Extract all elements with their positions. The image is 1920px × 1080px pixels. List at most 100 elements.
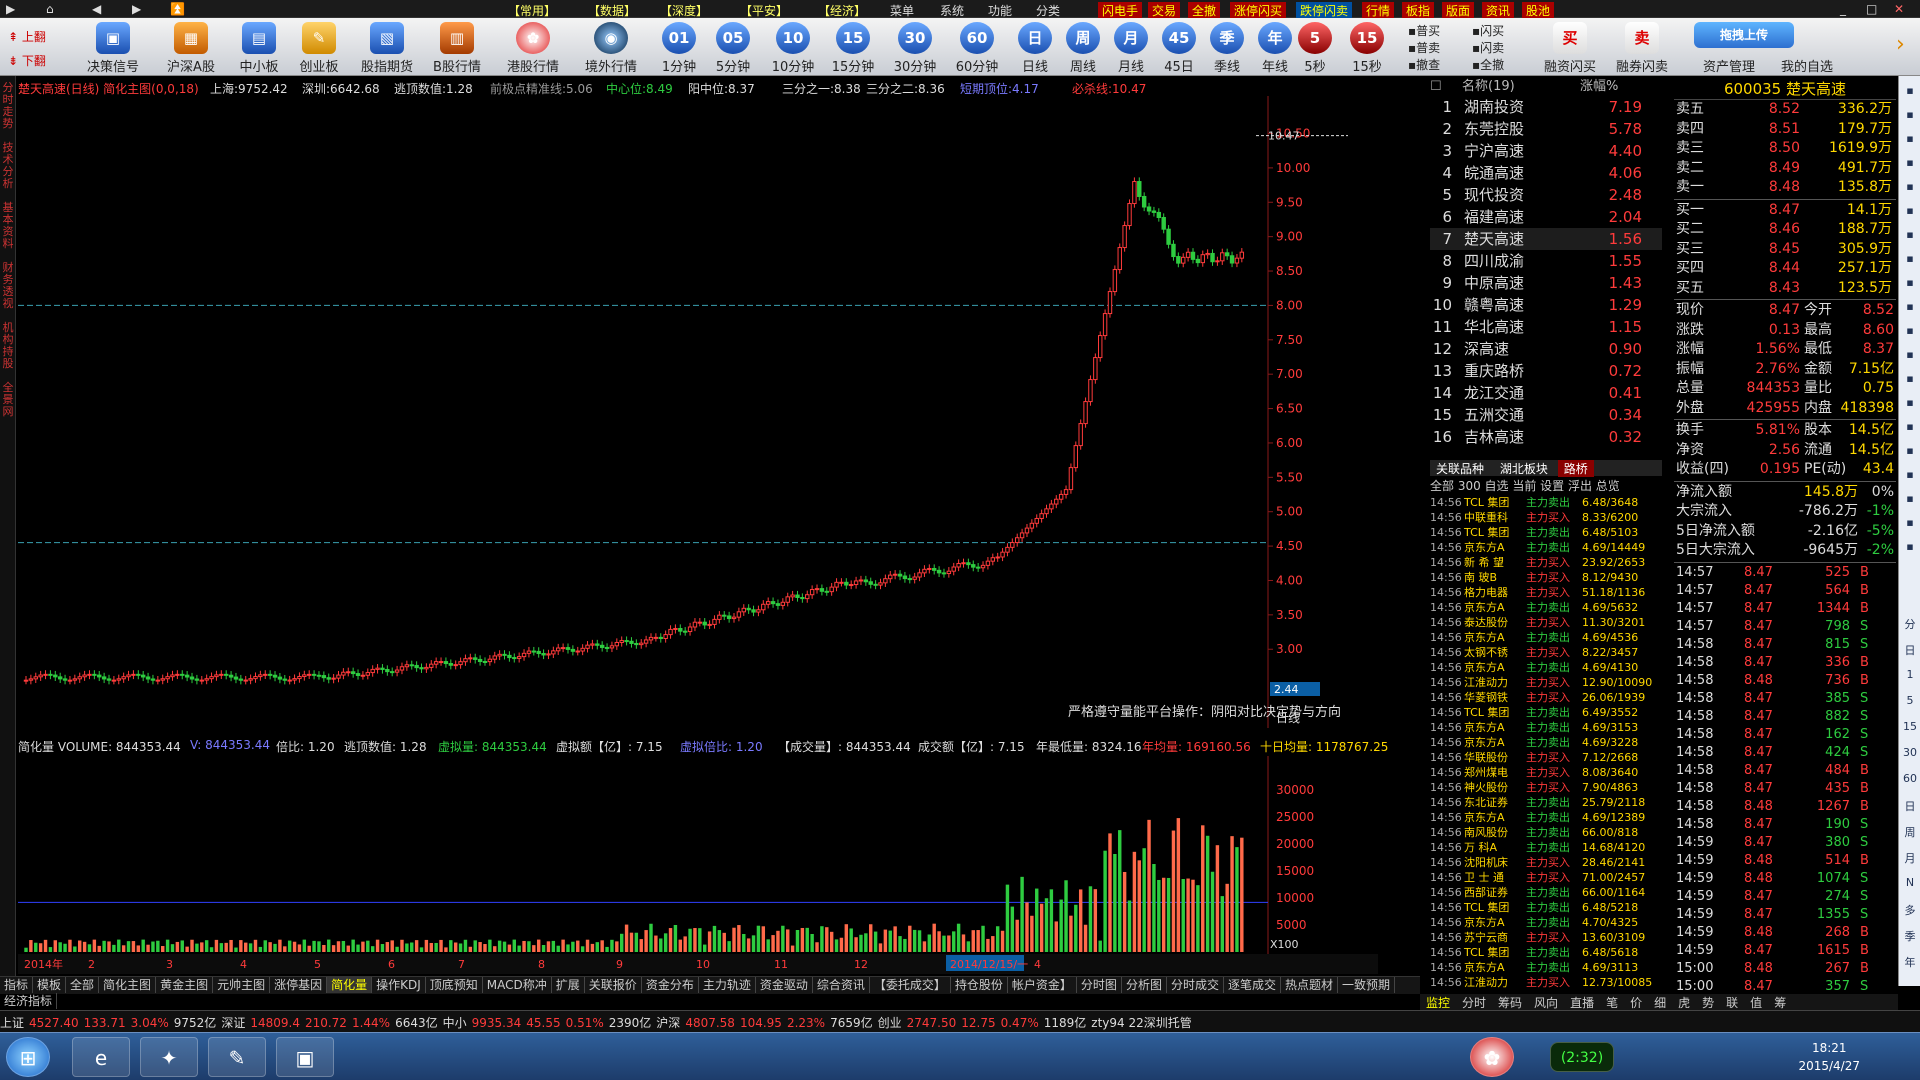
price-chart[interactable]: 10.5010.009.509.008.508.007.507.006.506.… xyxy=(18,96,1378,728)
feed-row[interactable]: 14:56 京东方A 主力卖出 4.69/5632 xyxy=(1430,600,1662,615)
tool-icon[interactable]: ▪ xyxy=(1901,300,1919,313)
menu-item[interactable]: 功能 xyxy=(988,2,1012,19)
tool-icon[interactable]: ▪ xyxy=(1901,348,1919,361)
menu-item[interactable]: 【数据】 xyxy=(588,2,636,19)
indicator-tab[interactable]: 资金分布 xyxy=(642,977,699,993)
indicator-tab[interactable]: 简化量 xyxy=(327,977,373,993)
maximize-icon[interactable]: □ xyxy=(1866,2,1877,16)
tray-app-icon[interactable]: ✿ xyxy=(1470,1037,1514,1077)
tab-roads[interactable]: 路桥 xyxy=(1557,460,1594,477)
feed-row[interactable]: 14:56 江淮动力 主力买入 12.73/10085 xyxy=(1430,975,1662,989)
forward-icon[interactable]: ▶ xyxy=(132,2,141,16)
rank-row[interactable]: 3 宁沪高速 4.40 xyxy=(1430,140,1662,162)
30min-button[interactable]: 30 30分钟 xyxy=(884,22,946,75)
rank-row[interactable]: 12 深高速 0.90 xyxy=(1430,338,1662,360)
tool-icon[interactable]: ▪ xyxy=(1901,108,1919,121)
5min-button[interactable]: 05 5分钟 xyxy=(702,22,764,75)
cancel-all-button[interactable]: ▪全撤 xyxy=(1472,56,1504,73)
right-nav-item[interactable]: 日 xyxy=(1901,798,1919,814)
tool-icon[interactable]: ▪ xyxy=(1901,492,1919,505)
ime-indicator[interactable]: (2:32) xyxy=(1550,1042,1614,1072)
indicator-tab[interactable]: 经济指标 xyxy=(0,993,58,1009)
rank-row[interactable]: 10 赣粤高速 1.29 xyxy=(1430,294,1662,316)
ask-row[interactable]: 卖四 8.51 179.7万 xyxy=(1674,120,1896,140)
close-icon[interactable]: ✕ xyxy=(1894,2,1904,16)
cancel-query-button[interactable]: ▪撤查 xyxy=(1408,56,1440,73)
feed-row[interactable]: 14:56 京东方A 主力卖出 4.69/3228 xyxy=(1430,735,1662,750)
tool-icon[interactable]: ▪ xyxy=(1901,180,1919,193)
home-icon[interactable]: ⌂ xyxy=(46,2,54,16)
page-up-button[interactable]: ⇞ 上翻 xyxy=(8,28,46,45)
indicator-tab[interactable]: 逐笔成交 xyxy=(1224,977,1281,993)
feed-row[interactable]: 14:56 新 希 望 主力买入 23.92/2653 xyxy=(1430,555,1662,570)
paint-icon[interactable]: ✎ xyxy=(208,1037,266,1077)
normal-buy-button[interactable]: ▪普买 xyxy=(1408,22,1440,39)
indicator-tab[interactable]: 持仓股份 xyxy=(951,977,1008,993)
ask-row[interactable]: 卖三 8.50 1619.9万 xyxy=(1674,139,1896,159)
right-nav-item[interactable]: N xyxy=(1901,876,1919,889)
feed-row[interactable]: 14:56 南风股份 主力卖出 66.00/818 xyxy=(1430,825,1662,840)
feed-row[interactable]: 14:56 西部证券 主力卖出 66.00/1164 xyxy=(1430,885,1662,900)
right-nav-item[interactable]: 分 xyxy=(1901,616,1919,632)
15sec-button[interactable]: 15 15秒 xyxy=(1342,22,1392,75)
menu-item[interactable]: 【经济】 xyxy=(818,2,866,19)
right-nav-item[interactable]: 30 xyxy=(1901,746,1919,759)
panel-tab[interactable]: 筹 xyxy=(1768,994,1792,1011)
nav-fundamentals[interactable]: 基本资料 xyxy=(1,202,15,250)
rank-row[interactable]: 15 五洲交通 0.34 xyxy=(1430,404,1662,426)
indicator-tab[interactable]: 帐户资金】 xyxy=(1008,977,1077,993)
indicator-tab[interactable]: 涨停基因 xyxy=(270,977,328,993)
panel-tab[interactable]: 虎 xyxy=(1672,994,1696,1011)
bid-row[interactable]: 买二 8.46 188.7万 xyxy=(1674,220,1896,240)
rank-row[interactable]: 2 东莞控股 5.78 xyxy=(1430,118,1662,140)
hk-stocks-button[interactable]: ✿ 港股行情 xyxy=(502,22,564,75)
tool-icon[interactable]: ▪ xyxy=(1901,372,1919,385)
nav-financials[interactable]: 财务透视 xyxy=(1,262,15,310)
bid-row[interactable]: 买四 8.44 257.1万 xyxy=(1674,259,1896,279)
short-sell-button[interactable]: 卖融券闪卖 xyxy=(1612,22,1672,75)
system-clock[interactable]: 18:21 2015/4/27 xyxy=(1798,1039,1860,1075)
15min-button[interactable]: 15 15分钟 xyxy=(822,22,884,75)
feed-row[interactable]: 14:56 京东方A 主力卖出 4.69/14449 xyxy=(1430,540,1662,555)
panel-tab[interactable]: 分时 xyxy=(1456,994,1492,1011)
tool-icon[interactable]: ▪ xyxy=(1901,516,1919,529)
feed-row[interactable]: 14:56 泰达股份 主力买入 11.30/3201 xyxy=(1430,615,1662,630)
feed-row[interactable]: 14:56 京东方A 主力卖出 4.69/3113 xyxy=(1430,960,1662,975)
indicator-tab[interactable]: 黄金主图 xyxy=(156,977,214,993)
feed-row[interactable]: 14:56 华联股份 主力买入 7.12/2668 xyxy=(1430,750,1662,765)
nav-panorama[interactable]: 全景网 xyxy=(1,382,15,418)
indicator-tab[interactable]: 分析图 xyxy=(1122,977,1167,993)
panel-tab[interactable]: 值 xyxy=(1744,994,1768,1011)
chinext-button[interactable]: ✎ 创业板 xyxy=(288,22,350,75)
indicator-tab[interactable]: MACD称冲 xyxy=(483,977,552,993)
indicator-tab[interactable]: 顶底预知 xyxy=(426,977,483,993)
tool-icon[interactable]: ▪ xyxy=(1901,132,1919,145)
ask-row[interactable]: 卖一 8.48 135.8万 xyxy=(1674,178,1896,198)
feed-row[interactable]: 14:56 华菱钢铁 主力买入 26.06/1939 xyxy=(1430,690,1662,705)
tab-hubei[interactable]: 湖北板块 xyxy=(1494,460,1554,477)
right-nav-item[interactable]: 月 xyxy=(1901,850,1919,866)
feed-row[interactable]: 14:56 太钢不锈 主力买入 8.22/3457 xyxy=(1430,645,1662,660)
index-futures-button[interactable]: ▧ 股指期货 xyxy=(356,22,418,75)
right-nav-item[interactable]: 日 xyxy=(1901,642,1919,658)
stock-app-icon[interactable]: ✦ xyxy=(140,1037,198,1077)
rank-row[interactable]: 9 中原高速 1.43 xyxy=(1430,272,1662,294)
ie-icon[interactable]: e xyxy=(72,1037,130,1077)
rank-row[interactable]: 8 四川成渝 1.55 xyxy=(1430,250,1662,272)
indicator-tab[interactable]: 【委托成交】 xyxy=(870,977,951,993)
indicator-tab[interactable]: 扩展 xyxy=(552,977,585,993)
right-nav-item[interactable]: 5 xyxy=(1901,694,1919,707)
feed-row[interactable]: 14:56 沈阳机床 主力买入 28.46/2141 xyxy=(1430,855,1662,870)
5sec-button[interactable]: 5 5秒 xyxy=(1290,22,1340,75)
feed-row[interactable]: 14:56 TCL 集团 主力卖出 6.48/3648 xyxy=(1430,495,1662,510)
feed-row[interactable]: 14:56 万 科A 主力卖出 14.68/4120 xyxy=(1430,840,1662,855)
panel-tab[interactable]: 势 xyxy=(1696,994,1720,1011)
trade-menu[interactable]: 交易 xyxy=(1148,2,1181,19)
tool-icon[interactable]: ▪ xyxy=(1901,84,1919,97)
indicator-tab[interactable]: 热点题材 xyxy=(1281,977,1338,993)
feed-row[interactable]: 14:56 京东方A 主力卖出 4.70/4325 xyxy=(1430,915,1662,930)
indicator-tab[interactable]: 操作KDJ xyxy=(372,977,426,993)
bid-row[interactable]: 买五 8.43 123.5万 xyxy=(1674,279,1896,299)
index-menu[interactable]: 板指 xyxy=(1402,2,1435,19)
feed-header[interactable]: 全部 300 自选 当前 设置 浮出 总览 xyxy=(1430,477,1662,493)
